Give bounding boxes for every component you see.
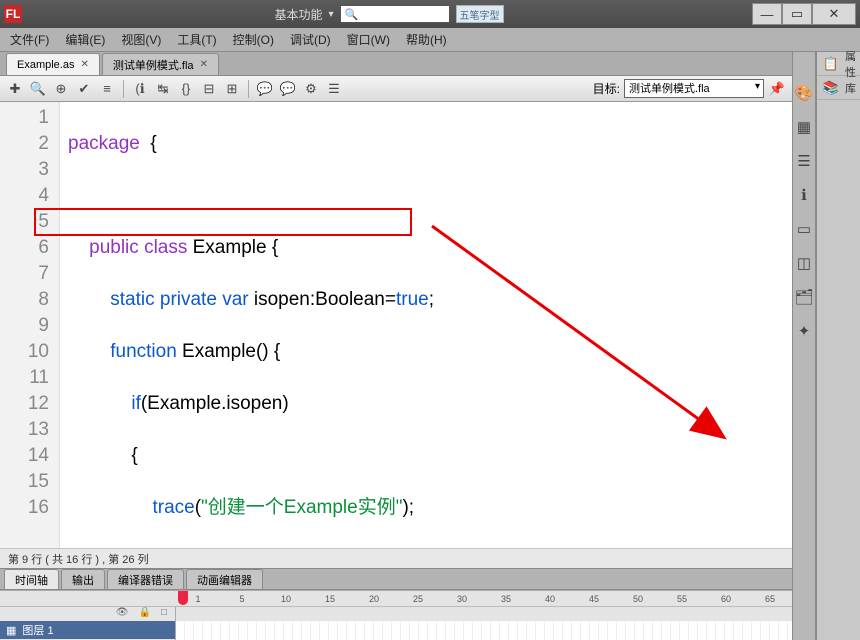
properties-panel-tab[interactable]: 📋 属性 bbox=[817, 52, 860, 76]
uncomment-icon[interactable]: 💬 bbox=[279, 80, 297, 98]
hint-icon[interactable]: (ℹ bbox=[131, 80, 149, 98]
frames-area[interactable] bbox=[176, 607, 792, 640]
menu-debug[interactable]: 调试(D) bbox=[290, 31, 331, 48]
menu-help[interactable]: 帮助(H) bbox=[406, 31, 447, 48]
timeline-ruler[interactable]: 15101520253035404550556065 bbox=[0, 591, 792, 607]
ime-badge: 五笔字型 bbox=[456, 5, 504, 23]
target-icon[interactable]: ⊕ bbox=[52, 80, 70, 98]
motion-presets-icon[interactable]: ✦ bbox=[793, 320, 815, 342]
timeline-panel: 15101520253035404550556065 👁 🔒 □ ▦ 图层 1 bbox=[0, 590, 792, 640]
align-icon[interactable]: ☰ bbox=[793, 150, 815, 172]
swatches-icon[interactable]: 🎨 bbox=[793, 82, 815, 104]
library-panel-tab[interactable]: 📚 库 bbox=[817, 76, 860, 100]
menu-window[interactable]: 窗口(W) bbox=[347, 31, 390, 48]
find-icon[interactable]: 🔍 bbox=[29, 80, 47, 98]
title-bar: FL 基本功能 ▾ 🔍 五笔字型 — ▭ ✕ bbox=[0, 0, 860, 28]
editor-status-bar: 第 9 行 ( 共 16 行 ) , 第 26 列 bbox=[0, 548, 792, 568]
components-icon[interactable]: 🗂 bbox=[793, 286, 815, 308]
search-input[interactable]: 🔍 bbox=[340, 5, 450, 23]
options-icon[interactable]: ☰ bbox=[325, 80, 343, 98]
expand-icon[interactable]: ⊞ bbox=[223, 80, 241, 98]
tab-timeline[interactable]: 时间轴 bbox=[4, 569, 59, 589]
debug-icon[interactable]: ⚙ bbox=[302, 80, 320, 98]
menu-tools[interactable]: 工具(T) bbox=[177, 31, 216, 48]
file-tab-bar: Example.as ✕ 测试单例模式.fla ✕ bbox=[0, 52, 792, 76]
code-body[interactable]: package { public class Example { static … bbox=[60, 102, 792, 548]
code-toolbar: ✚ 🔍 ⊕ ✔ ≡ (ℹ ↹ {} ⊟ ⊞ 💬 💬 ⚙ ☰ 目标: 测试单例模式… bbox=[0, 76, 792, 102]
app-logo: FL bbox=[4, 5, 22, 23]
outline-icon[interactable]: □ bbox=[161, 607, 167, 621]
right-dock: 📋 属性 📚 库 bbox=[816, 52, 860, 640]
indent-icon[interactable]: ↹ bbox=[154, 80, 172, 98]
properties-icon: 📋 bbox=[823, 56, 839, 72]
eye-icon[interactable]: 👁 bbox=[116, 607, 129, 621]
bottom-panel-tabs: 时间轴 输出 编译器错误 动画编辑器 bbox=[0, 568, 792, 590]
close-icon[interactable]: ✕ bbox=[80, 59, 88, 70]
layer-row[interactable]: ▦ 图层 1 bbox=[0, 621, 175, 639]
tab-output[interactable]: 输出 bbox=[61, 569, 105, 589]
collapse-icon[interactable]: ⊟ bbox=[200, 80, 218, 98]
tab-label: Example.as bbox=[17, 59, 74, 71]
close-icon[interactable]: ✕ bbox=[200, 59, 208, 70]
layer-icon: ▦ bbox=[6, 624, 16, 637]
check-icon[interactable]: ✔ bbox=[75, 80, 93, 98]
menu-file[interactable]: 文件(F) bbox=[10, 31, 49, 48]
color-panel-icon[interactable]: ▦ bbox=[793, 116, 815, 138]
library-quick-icon[interactable]: ◫ bbox=[793, 252, 815, 274]
tab-motion-editor[interactable]: 动画编辑器 bbox=[186, 569, 263, 589]
line-gutter: 12345678910111213141516 bbox=[0, 102, 60, 548]
dock-label: 库 bbox=[845, 80, 856, 96]
file-tab-example[interactable]: Example.as ✕ bbox=[6, 53, 100, 75]
tab-compiler-errors[interactable]: 编译器错误 bbox=[107, 569, 184, 589]
menu-bar: 文件(F) 编辑(E) 视图(V) 工具(T) 控制(O) 调试(D) 窗口(W… bbox=[0, 28, 860, 52]
dropdown-icon[interactable]: ▾ bbox=[328, 9, 333, 20]
menu-edit[interactable]: 编辑(E) bbox=[65, 31, 105, 48]
minimize-button[interactable]: — bbox=[752, 3, 782, 25]
format-icon[interactable]: ≡ bbox=[98, 80, 116, 98]
workspace-preset-label[interactable]: 基本功能 bbox=[274, 6, 322, 23]
code-editor[interactable]: 12345678910111213141516 package { public… bbox=[0, 102, 792, 548]
target-label: 目标: bbox=[593, 80, 620, 97]
menu-view[interactable]: 视图(V) bbox=[121, 31, 161, 48]
close-button[interactable]: ✕ bbox=[812, 3, 856, 25]
layer-name: 图层 1 bbox=[22, 622, 53, 638]
transform-icon[interactable]: ▭ bbox=[793, 218, 815, 240]
file-tab-fla[interactable]: 测试单例模式.fla ✕ bbox=[102, 53, 219, 75]
dock-label: 属性 bbox=[845, 48, 856, 80]
playhead[interactable] bbox=[178, 591, 188, 605]
lock-icon[interactable]: 🔒 bbox=[139, 607, 151, 621]
comment-icon[interactable]: 💬 bbox=[256, 80, 274, 98]
library-icon: 📚 bbox=[823, 80, 839, 96]
target-select[interactable]: 测试单例模式.fla bbox=[624, 79, 764, 98]
add-icon[interactable]: ✚ bbox=[6, 80, 24, 98]
mid-icon-dock: 🎨 ▦ ☰ ℹ ▭ ◫ 🗂 ✦ bbox=[793, 52, 816, 640]
tab-label: 测试单例模式.fla bbox=[113, 57, 194, 73]
brace-icon[interactable]: {} bbox=[177, 80, 195, 98]
pin-icon[interactable]: 📌 bbox=[768, 80, 786, 98]
maximize-button[interactable]: ▭ bbox=[782, 3, 812, 25]
info-icon[interactable]: ℹ bbox=[793, 184, 815, 206]
menu-control[interactable]: 控制(O) bbox=[233, 31, 274, 48]
